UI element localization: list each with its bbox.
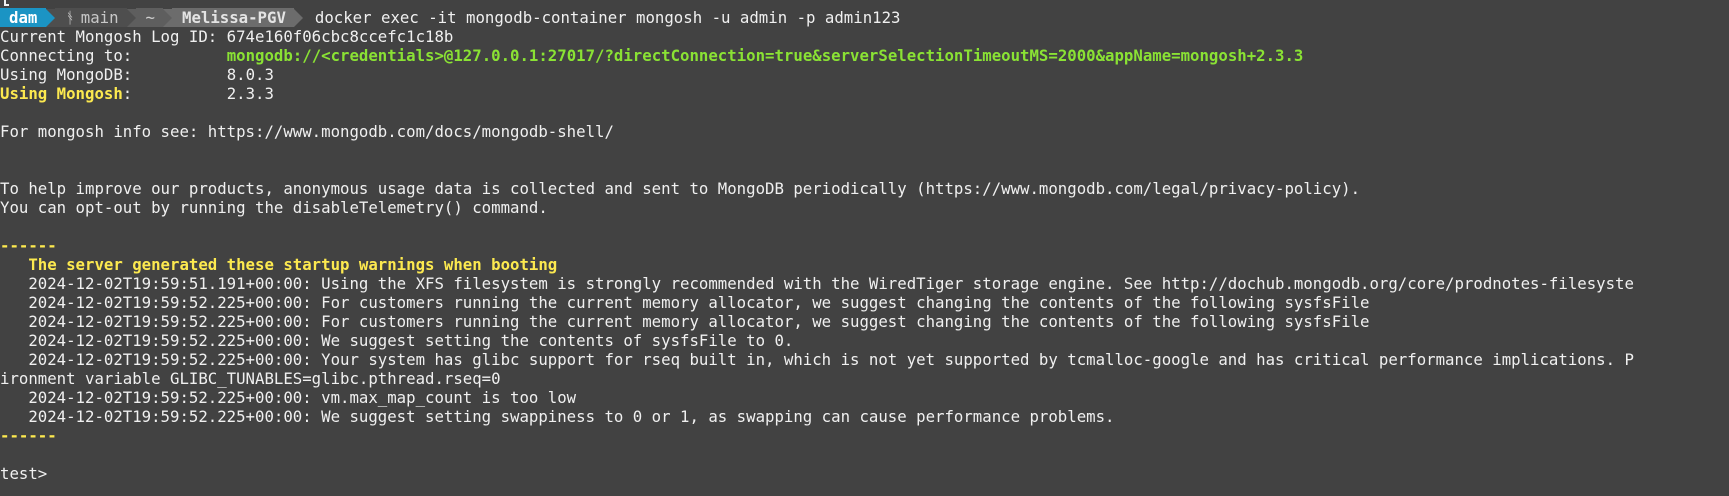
prompt-git-segment: ᚬ main [55, 8, 127, 27]
connecting-label: Connecting to: [0, 46, 227, 65]
powerline-separator-icon [126, 8, 136, 27]
warning-line: ironment variable GLIBC_TUNABLES=glibc.p… [0, 369, 501, 388]
prompt-directory-segment: Melissa-PGV [172, 8, 294, 27]
terminal-window[interactable]: dam ᚬ main ~ Melissa-PGV docker exec -it … [0, 0, 1729, 496]
mongosh-version: 2.3.3 [226, 84, 274, 103]
mongosh-label-rest: : [122, 84, 227, 103]
warning-line: 2024-12-02T19:59:52.225+00:00: We sugges… [0, 407, 1115, 426]
warning-line: 2024-12-02T19:59:51.191+00:00: Using the… [0, 274, 1634, 293]
warning-line: 2024-12-02T19:59:52.225+00:00: For custo… [0, 293, 1370, 312]
prompt-user-segment: dam [0, 8, 47, 27]
mongosh-version-line: Using Mongosh: 2.3.3 [0, 84, 274, 103]
shell-prompt-bar: dam ᚬ main ~ Melissa-PGV docker exec -it … [0, 8, 900, 27]
previous-output-fragment [4, 0, 9, 6]
mongodb-version-line: Using MongoDB: 8.0.3 [0, 65, 274, 84]
warning-line: 2024-12-02T19:59:52.225+00:00: Your syst… [0, 350, 1634, 369]
mongosh-prompt[interactable]: test> [0, 464, 47, 483]
connecting-line: Connecting to: mongodb://<credentials>@1… [0, 46, 1303, 65]
entered-command: docker exec -it mongodb-container mongos… [314, 8, 901, 27]
mongosh-label: Using Mongosh [0, 84, 123, 103]
separator-line: ------ [0, 426, 57, 445]
telemetry-line: To help improve our products, anonymous … [0, 179, 1361, 198]
git-branch-icon: ᚬ [65, 8, 75, 27]
git-branch-name: main [80, 8, 119, 27]
connection-string: mongodb://<credentials>@127.0.0.1:27017/… [226, 46, 1304, 65]
warnings-header: The server generated these startup warni… [0, 255, 558, 274]
log-id-line: Current Mongosh Log ID: 674e160f06cbc8cc… [0, 27, 454, 46]
separator-line: ------ [0, 236, 57, 255]
telemetry-line: You can opt-out by running the disableTe… [0, 198, 548, 217]
powerline-separator-icon [163, 8, 172, 27]
powerline-separator-icon [293, 8, 303, 27]
mongodb-version: 8.0.3 [226, 65, 274, 84]
warning-line: 2024-12-02T19:59:52.225+00:00: We sugges… [0, 331, 794, 350]
mongodb-label: Using MongoDB: [0, 65, 227, 84]
warning-line: 2024-12-02T19:59:52.225+00:00: For custo… [0, 312, 1370, 331]
info-line: For mongosh info see: https://www.mongod… [0, 122, 614, 141]
powerline-separator-icon [46, 8, 56, 27]
warning-line: 2024-12-02T19:59:52.225+00:00: vm.max_ma… [0, 388, 577, 407]
prompt-home-segment: ~ [135, 8, 163, 27]
